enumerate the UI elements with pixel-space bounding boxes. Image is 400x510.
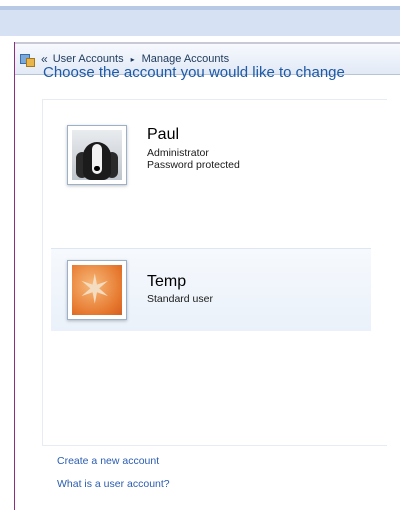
- account-name: Paul: [147, 126, 180, 143]
- account-type: Administrator: [147, 147, 209, 159]
- account-name: Temp: [147, 273, 187, 290]
- account-password-status: Password protected: [147, 159, 240, 171]
- control-panel-icon: [19, 51, 35, 67]
- account-tile-temp[interactable]: ✶ Temp Standard user: [51, 248, 371, 331]
- band-divider: [0, 6, 400, 10]
- create-account-link[interactable]: Create a new account: [57, 455, 159, 467]
- avatar: ✶: [67, 260, 127, 320]
- account-type: Standard user: [147, 293, 213, 305]
- accounts-panel: Paul Administrator Password protected ✶ …: [42, 99, 387, 446]
- breadcrumb-arrow-icon[interactable]: ▸: [131, 55, 135, 64]
- desktop-band: [0, 0, 400, 36]
- what-is-user-account-link[interactable]: What is a user account?: [57, 478, 170, 490]
- avatar: [67, 125, 127, 185]
- page-title: Choose the account you would like to cha…: [43, 64, 345, 81]
- account-tile-paul[interactable]: Paul Administrator Password protected: [51, 116, 371, 192]
- starfish-picture-icon: ✶: [72, 265, 122, 315]
- dog-picture-icon: [72, 130, 122, 180]
